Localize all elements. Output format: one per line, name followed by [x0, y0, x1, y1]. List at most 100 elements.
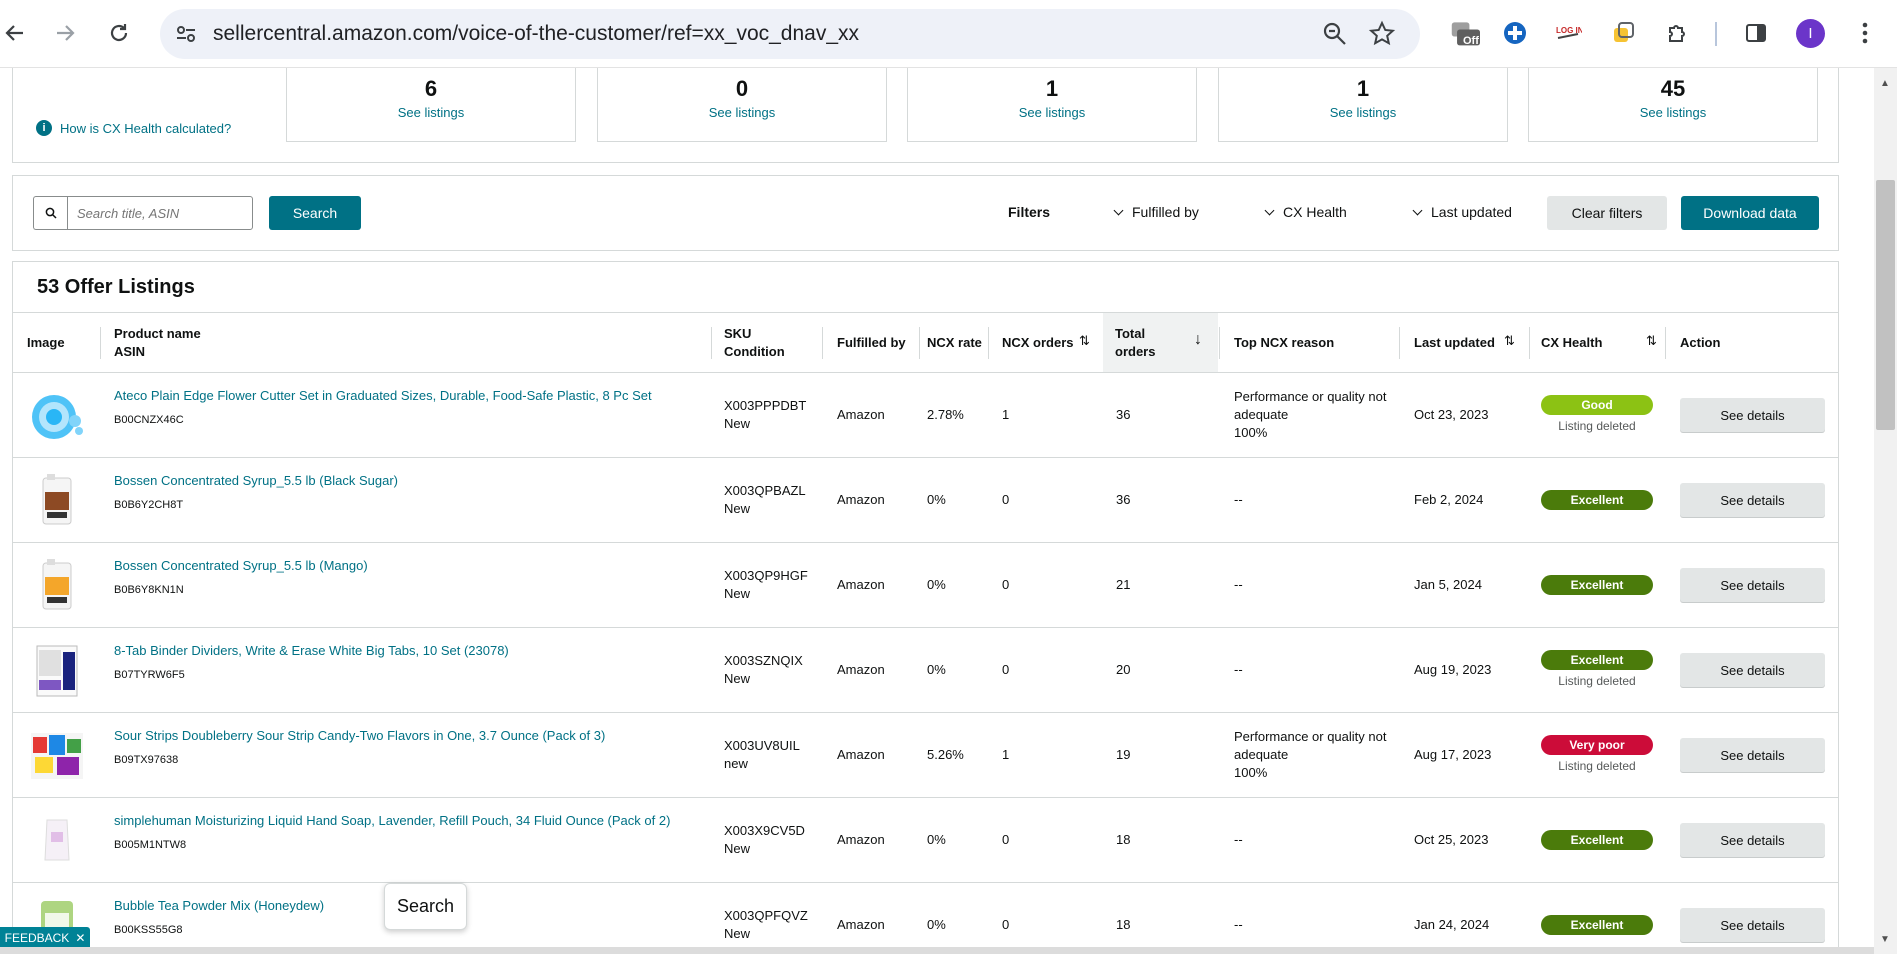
see-listings-link[interactable]: See listings	[1219, 105, 1507, 120]
product-cell: simplehuman Moisturizing Liquid Hand Soa…	[114, 812, 670, 854]
product-name-link[interactable]: Ateco Plain Edge Flower Cutter Set in Gr…	[114, 387, 652, 405]
cx-health-help-text: How is CX Health calculated?	[60, 120, 232, 136]
cx-health-cell: Good Listing deleted	[1541, 395, 1653, 435]
zoom-icon[interactable]	[1322, 21, 1348, 47]
product-thumbnail[interactable]	[29, 642, 85, 698]
fulfilled-by-filter[interactable]: Fulfilled by	[1113, 204, 1199, 220]
product-name-link[interactable]: simplehuman Moisturizing Liquid Hand Soa…	[114, 812, 670, 830]
profile-avatar[interactable]: I	[1796, 19, 1825, 48]
sort-icon[interactable]: ⇅	[1079, 333, 1090, 349]
column-divider	[988, 327, 989, 359]
ncx-rate-text: 2.78%	[927, 407, 964, 422]
browser-menu-button[interactable]	[1850, 18, 1880, 48]
horizontal-scrollbar[interactable]	[0, 947, 1874, 954]
extension-blue-button[interactable]	[1500, 18, 1530, 48]
product-name-link[interactable]: Bossen Concentrated Syrup_5.5 lb (Mango)	[114, 557, 368, 575]
table-row: Bubble Tea Powder Mix (Honeydew) B00KSS5…	[13, 883, 1838, 954]
fulfilled-by-text: Amazon	[837, 747, 885, 762]
top-ncx-reason-text: --	[1234, 917, 1243, 932]
product-thumbnail[interactable]	[29, 812, 85, 868]
search-button[interactable]: Search	[269, 196, 361, 230]
product-thumbnail[interactable]	[29, 472, 85, 528]
see-listings-link[interactable]: See listings	[1529, 105, 1817, 120]
product-name-link[interactable]: Bossen Concentrated Syrup_5.5 lb (Black …	[114, 472, 398, 490]
asin-text: B09TX97638	[114, 754, 179, 766]
extension-off-button[interactable]: Off	[1450, 18, 1480, 48]
column-header-sku: SKU Condition	[724, 313, 785, 372]
site-settings-icon[interactable]	[174, 22, 198, 46]
product-cell: Bossen Concentrated Syrup_5.5 lb (Mango)…	[114, 557, 368, 599]
extension-login-button[interactable]: LOG IN	[1553, 18, 1583, 48]
column-divider	[1665, 327, 1666, 359]
feedback-tab[interactable]: FEEDBACK ✕	[0, 927, 90, 949]
see-details-button[interactable]: See details	[1680, 823, 1825, 857]
see-listings-link[interactable]: See listings	[598, 105, 886, 120]
extensions-menu-button[interactable]	[1663, 18, 1693, 48]
product-name-link[interactable]: 8-Tab Binder Dividers, Write & Erase Whi…	[114, 642, 509, 660]
see-listings-link[interactable]: See listings	[908, 105, 1196, 120]
clear-filters-button[interactable]: Clear filters	[1547, 196, 1667, 230]
close-icon[interactable]: ✕	[75, 931, 85, 945]
scrollbar-thumb[interactable]	[1876, 180, 1895, 430]
see-details-button[interactable]: See details	[1680, 738, 1825, 772]
cx-health-filter[interactable]: CX Health	[1264, 204, 1347, 220]
see-listings-link[interactable]: See listings	[287, 105, 575, 120]
condition-text: New	[724, 586, 751, 601]
reason-line: Performance or quality not	[1234, 389, 1387, 404]
extension-shapes-button[interactable]	[1608, 18, 1638, 48]
sku-text: X003QPBAZL	[724, 483, 806, 498]
see-details-button[interactable]: See details	[1680, 908, 1825, 942]
cx-health-cell: Excellent	[1541, 830, 1653, 850]
sort-icon[interactable]: ⇅	[1504, 333, 1515, 349]
last-updated-text: Oct 25, 2023	[1414, 832, 1489, 847]
product-thumbnail[interactable]	[29, 557, 85, 613]
product-cell: Ateco Plain Edge Flower Cutter Set in Gr…	[114, 387, 652, 429]
product-name-link[interactable]: Bubble Tea Powder Mix (Honeydew)	[114, 897, 324, 915]
see-details-button[interactable]: See details	[1680, 398, 1825, 432]
summary-card: 0 See listings	[597, 68, 887, 142]
column-header-cx-health[interactable]: CX Health	[1541, 313, 1602, 372]
column-header-ncx-orders[interactable]: NCX orders	[1002, 313, 1074, 372]
back-arrow-icon	[5, 25, 23, 41]
feedback-label[interactable]: FEEDBACK	[5, 931, 70, 945]
fulfilled-by-text: Amazon	[837, 917, 885, 932]
address-bar[interactable]: sellercentral.amazon.com/voice-of-the-cu…	[160, 9, 1420, 59]
listing-deleted-text: Listing deleted	[1558, 759, 1636, 773]
asin-text: B07TYRW6F5	[114, 669, 185, 681]
back-button[interactable]	[0, 18, 30, 48]
bookmark-star-icon[interactable]	[1368, 20, 1396, 48]
see-details-button[interactable]: See details	[1680, 483, 1825, 517]
ncx-orders-text: 1	[1002, 407, 1010, 422]
top-ncx-reason-text: --	[1234, 662, 1243, 677]
product-thumbnail[interactable]	[29, 387, 85, 443]
asin-text: B0B6Y2CH8T	[114, 499, 184, 511]
reload-button[interactable]	[104, 18, 134, 48]
column-header-product: Product name ASIN	[114, 313, 201, 372]
product-thumbnail[interactable]	[29, 727, 85, 783]
download-data-button[interactable]: Download data	[1681, 196, 1819, 230]
column-header-last-updated[interactable]: Last updated	[1414, 313, 1495, 372]
see-details-button[interactable]: See details	[1680, 568, 1825, 602]
last-updated-filter[interactable]: Last updated	[1412, 204, 1512, 220]
sku-cell: X003QPBAZL New	[724, 482, 806, 518]
forward-button[interactable]	[50, 18, 80, 48]
product-name-link[interactable]: Sour Strips Doubleberry Sour Strip Candy…	[114, 727, 605, 745]
cx-health-summary: i How is CX Health calculated? 6 See lis…	[12, 68, 1839, 163]
sort-descending-icon[interactable]: ↓	[1194, 331, 1202, 349]
url-text[interactable]: sellercentral.amazon.com/voice-of-the-cu…	[213, 22, 859, 46]
cx-health-help-link[interactable]: i How is CX Health calculated?	[36, 120, 231, 136]
search-input[interactable]	[67, 196, 253, 230]
sort-icon[interactable]: ⇅	[1646, 333, 1657, 349]
see-details-button[interactable]: See details	[1680, 653, 1825, 687]
column-header-action: Action	[1680, 334, 1721, 350]
side-panel-button[interactable]	[1741, 18, 1771, 48]
sku-text: X003QPFQVZ	[724, 908, 808, 923]
vertical-scrollbar[interactable]: ▲ ▼	[1874, 68, 1897, 954]
table-row: Bossen Concentrated Syrup_5.5 lb (Mango)…	[13, 543, 1838, 628]
scroll-down-arrow-icon[interactable]: ▼	[1880, 934, 1890, 945]
cx-health-badge: Excellent	[1541, 915, 1653, 935]
forward-arrow-icon	[57, 25, 75, 41]
sku-text: X003PPPDBT	[724, 398, 807, 413]
total-orders-text: 18	[1116, 917, 1131, 932]
scroll-up-arrow-icon[interactable]: ▲	[1880, 78, 1890, 89]
